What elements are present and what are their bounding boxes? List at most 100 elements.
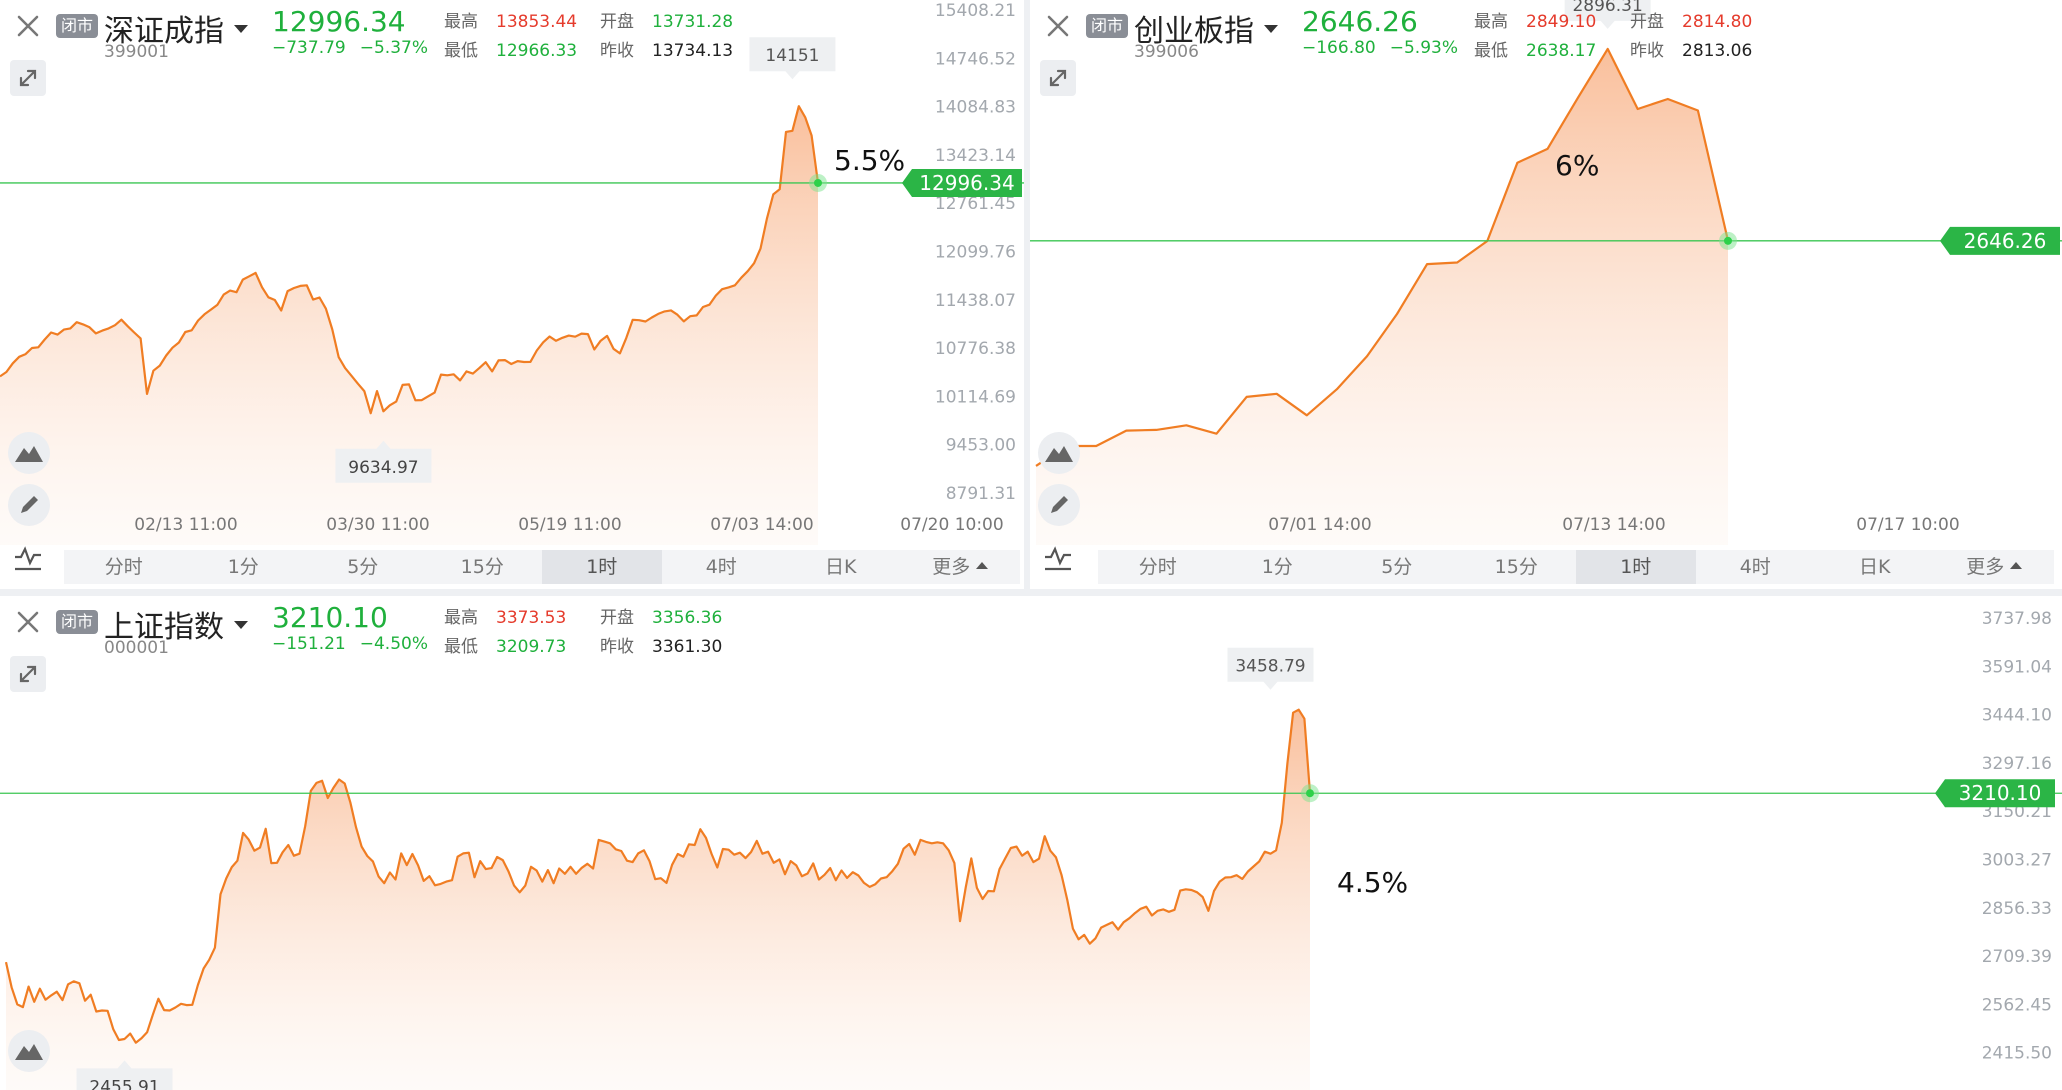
y-tick-label: 11438.07: [935, 291, 1016, 311]
y-tick-label: 9453.00: [946, 436, 1016, 456]
expand-icon: [1049, 69, 1067, 87]
index-code: 399001: [104, 42, 169, 62]
tab-0[interactable]: 分时: [1098, 550, 1218, 584]
index-code: 399006: [1134, 42, 1199, 62]
y-tick-label: 2415.50: [1982, 1044, 2052, 1064]
change-percent: −5.37%: [359, 38, 428, 58]
close-icon: [17, 611, 39, 633]
last-price: 2646.26: [1302, 5, 1418, 38]
tab-2[interactable]: 5分: [1337, 550, 1457, 584]
tab-5[interactable]: 4时: [662, 550, 782, 584]
y-tick-label: 2856.33: [1982, 899, 2052, 919]
low-value: 3209.73: [496, 637, 567, 657]
draw-button[interactable]: [8, 484, 50, 526]
market-status-badge: 闭市: [56, 14, 99, 38]
current-price-label: 2646.26: [1964, 229, 2047, 253]
expand-button[interactable]: [10, 656, 46, 692]
current-price-label: 3210.10: [1959, 781, 2042, 805]
open-label: 开盘: [1630, 12, 1664, 32]
open-label: 开盘: [600, 12, 634, 32]
tab-6[interactable]: 日K: [781, 550, 901, 584]
close-button[interactable]: [10, 8, 46, 44]
tab-7[interactable]: 更多: [1935, 550, 2055, 584]
high-label: 最高: [444, 12, 478, 32]
low-label: 最低: [444, 637, 478, 657]
y-tick-label: 15408.21: [935, 1, 1016, 21]
indicator-button[interactable]: [10, 540, 46, 576]
percent-annotation: 5.5%: [834, 144, 905, 177]
tab-4[interactable]: 1时: [1576, 550, 1696, 584]
caret-down-icon: [234, 620, 248, 629]
close-button[interactable]: [1040, 8, 1076, 44]
prev-close-value: 2813.06: [1682, 41, 1753, 61]
divider-horizontal: [0, 589, 2062, 596]
stats-block: 最高 13853.44 开盘 13731.28 最低 12966.33 昨收 13734.1…: [444, 8, 756, 66]
close-icon: [17, 15, 39, 37]
open-label: 开盘: [600, 608, 634, 628]
tab-4[interactable]: 1时: [542, 550, 662, 584]
x-tick-label: 07/17 10:00: [1856, 515, 1959, 535]
indicator-icon: [15, 546, 41, 571]
caret-up-icon: [2010, 562, 2023, 569]
mountain-icon: [1045, 446, 1073, 462]
pencil-icon: [1051, 496, 1068, 513]
current-price-label: 12996.34: [919, 171, 1014, 195]
min-callout-label: 9634.97: [348, 458, 418, 478]
price-change: −737.79 −5.37%: [272, 38, 428, 58]
tab-1[interactable]: 1分: [1218, 550, 1338, 584]
tab-1[interactable]: 1分: [184, 550, 304, 584]
low-label: 最低: [444, 41, 478, 61]
tab-7[interactable]: 更多: [901, 550, 1021, 584]
y-tick-label: 3297.16: [1982, 754, 2052, 774]
tab-2[interactable]: 5分: [303, 550, 423, 584]
mountain-icon: [15, 446, 43, 462]
timeframe-tabs: 分时 1分 5分 15分 1时 4时 日K 更多: [64, 550, 1020, 584]
high-value: 2849.10: [1526, 12, 1597, 32]
y-tick-label: 2562.45: [1982, 995, 2052, 1015]
percent-annotation: 4.5%: [1337, 866, 1408, 899]
tab-0[interactable]: 分时: [64, 550, 184, 584]
x-tick-label: 02/13 11:00: [134, 515, 237, 535]
open-value: 13731.28: [652, 12, 734, 32]
index-code: 000001: [104, 638, 169, 658]
low-value: 12966.33: [496, 41, 578, 61]
indicator-icon: [1045, 546, 1071, 571]
x-tick-label: 07/01 14:00: [1268, 515, 1371, 535]
y-tick-label: 12099.76: [935, 243, 1016, 263]
change-value: −151.21: [272, 634, 346, 654]
open-value: 3356.36: [652, 608, 723, 628]
y-tick-label: 14084.83: [935, 98, 1016, 118]
tab-6[interactable]: 日K: [1815, 550, 1935, 584]
tab-5[interactable]: 4时: [1696, 550, 1816, 584]
tab-3[interactable]: 15分: [423, 550, 543, 584]
y-tick-label: 10114.69: [935, 387, 1016, 407]
market-status-badge: 闭市: [1086, 14, 1129, 38]
chart-type-button[interactable]: [8, 1030, 50, 1072]
expand-icon: [19, 665, 37, 683]
chart-type-button[interactable]: [8, 432, 50, 474]
change-percent: −5.93%: [1389, 38, 1458, 58]
chart-type-button[interactable]: [1038, 432, 1080, 474]
series-area: [1036, 48, 1728, 545]
expand-button[interactable]: [1040, 60, 1076, 96]
current-point: [814, 178, 822, 187]
min-callout-label: 2455.91: [89, 1077, 159, 1090]
y-tick-label: 8791.31: [946, 484, 1016, 504]
chart-chinext: 2613.132646.262896.3107/01 14:0007/13 14…: [1030, 0, 2062, 545]
expand-button[interactable]: [10, 60, 46, 96]
y-tick-label: 3444.10: [1982, 706, 2052, 726]
change-value: −166.80: [1302, 38, 1376, 58]
timeframe-tabs: 分时 1分 5分 15分 1时 4时 日K 更多: [1098, 550, 2054, 584]
caret-up-icon: [976, 562, 989, 569]
x-tick-label: 07/03 14:00: [710, 515, 813, 535]
prev-close-label: 昨收: [1630, 41, 1664, 61]
close-button[interactable]: [10, 604, 46, 640]
tab-3[interactable]: 15分: [1457, 550, 1577, 584]
percent-annotation: 6%: [1555, 149, 1599, 182]
y-tick-label: 10776.38: [935, 339, 1016, 359]
chart-sz-component: 15408.21 14746.52 14084.83 13423.14 12761.45…: [0, 1, 1024, 545]
indicator-button[interactable]: [1040, 540, 1076, 576]
change-value: −737.79: [272, 38, 346, 58]
y-tick-label: 3591.04: [1982, 657, 2052, 677]
draw-button[interactable]: [1038, 484, 1080, 526]
